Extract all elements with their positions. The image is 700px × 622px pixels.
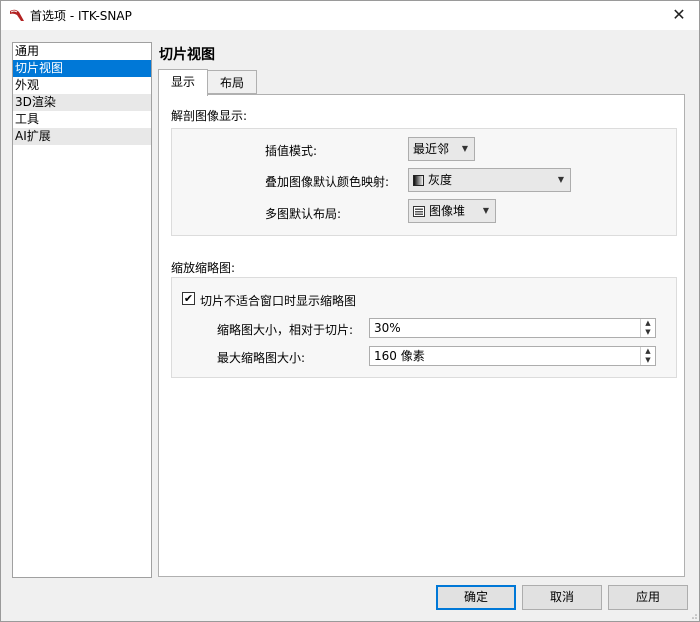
image-stack-icon xyxy=(413,206,425,217)
overlay-colormap-select[interactable]: 灰度 ▼ xyxy=(408,168,571,192)
interpolation-select[interactable]: 最近邻 ▼ xyxy=(408,137,475,161)
grayscale-gradient-icon xyxy=(413,175,424,186)
spin-up-icon[interactable]: ▲ xyxy=(641,347,655,356)
apply-button[interactable]: 应用 xyxy=(608,585,688,610)
sidebar-item-appearance[interactable]: 外观 xyxy=(13,77,151,94)
thumbnail-size-value: 30% xyxy=(374,321,401,335)
thumbnail-group-label: 缩放缩略图: xyxy=(171,261,236,275)
page-title: 切片视图 xyxy=(159,47,215,63)
overlay-colormap-value: 灰度 xyxy=(428,173,453,187)
thumbnail-size-spinbox[interactable]: 30% ▲ ▼ xyxy=(369,318,656,338)
spin-down-icon[interactable]: ▼ xyxy=(641,356,655,365)
sidebar-item-3d-rendering[interactable]: 3D渲染 xyxy=(13,94,151,111)
interpolation-value: 最近邻 xyxy=(413,142,450,156)
close-icon[interactable]: ✕ xyxy=(668,4,690,26)
sidebar-item-tools[interactable]: 工具 xyxy=(13,111,151,128)
max-thumbnail-size-value: 160 像素 xyxy=(374,349,425,363)
multi-image-layout-value: 图像堆 xyxy=(429,204,466,218)
thumbnail-size-label: 缩略图大小，相对于切片: xyxy=(217,323,354,337)
spin-up-icon[interactable]: ▲ xyxy=(641,319,655,328)
window-title: 首选项 - ITK-SNAP xyxy=(30,9,132,23)
chevron-down-icon: ▼ xyxy=(461,144,468,153)
tab-display[interactable]: 显示 xyxy=(158,69,208,96)
title-bar: 首选项 - ITK-SNAP ✕ xyxy=(0,0,700,30)
show-thumbnail-checkbox[interactable]: ✔ xyxy=(182,292,195,305)
multi-image-layout-select[interactable]: 图像堆 ▼ xyxy=(408,199,496,223)
sidebar-item-ai-extension[interactable]: AI扩展 xyxy=(13,128,151,145)
resize-grip-icon[interactable] xyxy=(688,610,698,620)
overlay-colormap-label: 叠加图像默认颜色映射: xyxy=(265,175,390,189)
max-thumbnail-size-label: 最大缩略图大小: xyxy=(217,351,306,365)
preferences-category-list[interactable]: 通用 切片视图 外观 3D渲染 工具 AI扩展 xyxy=(12,42,152,578)
tab-layout[interactable]: 布局 xyxy=(208,70,257,94)
interpolation-label: 插值模式: xyxy=(265,144,318,158)
itk-snap-logo-icon xyxy=(10,9,24,21)
cancel-button[interactable]: 取消 xyxy=(522,585,602,610)
spin-down-icon[interactable]: ▼ xyxy=(641,328,655,337)
sidebar-item-general[interactable]: 通用 xyxy=(13,43,151,60)
multi-image-layout-label: 多图默认布局: xyxy=(265,207,342,221)
chevron-down-icon: ▼ xyxy=(482,206,489,215)
max-thumbnail-size-spinbox[interactable]: 160 像素 ▲ ▼ xyxy=(369,346,656,366)
sidebar-item-slice-views[interactable]: 切片视图 xyxy=(13,60,151,77)
chevron-down-icon: ▼ xyxy=(557,175,564,184)
ok-button[interactable]: 确定 xyxy=(436,585,516,610)
show-thumbnail-label[interactable]: 切片不适合窗口时显示缩略图 xyxy=(200,292,356,309)
anatomy-display-group-label: 解剖图像显示: xyxy=(171,109,248,123)
